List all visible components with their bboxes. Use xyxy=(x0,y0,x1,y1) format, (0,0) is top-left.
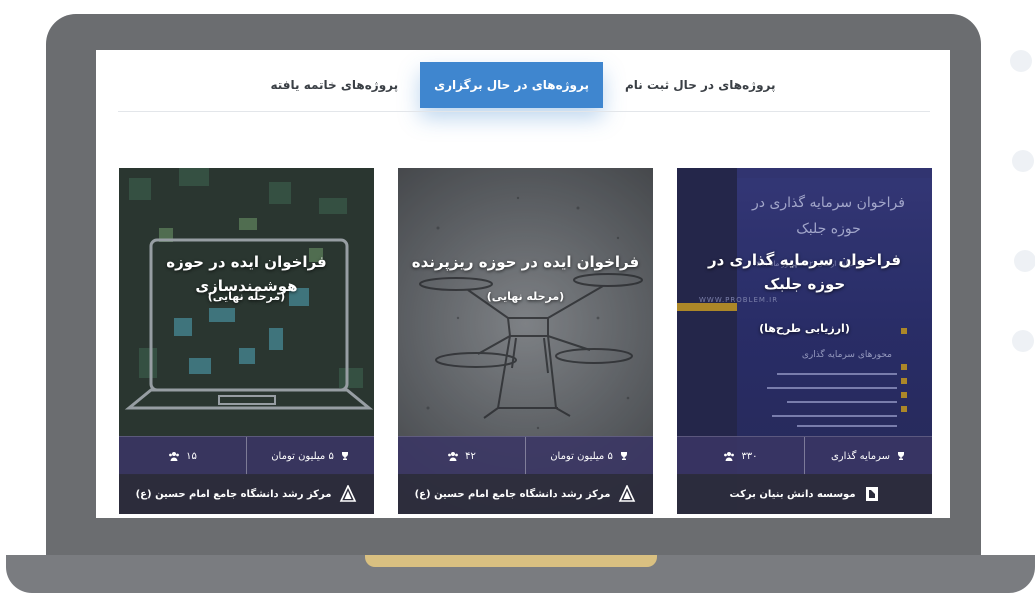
card-stats: ۵ میلیون تومان ۴۲ xyxy=(398,436,653,475)
project-card[interactable]: فراخوان ایده در حوزه هوشمندسازی (مرحله ن… xyxy=(119,168,374,514)
trophy-icon xyxy=(619,451,629,461)
prize-value: ۵ میلیون تومان xyxy=(550,450,613,462)
prize-value: سرمایه گذاری xyxy=(830,450,891,462)
card-organization[interactable]: مرکز رشد دانشگاه جامع امام حسین (ع) xyxy=(398,474,653,514)
background-dot xyxy=(1012,330,1034,352)
members-count: ۳۳۰ xyxy=(741,450,758,462)
organization-logo xyxy=(864,486,880,502)
members-count: ۴۲ xyxy=(465,450,476,462)
organization-logo xyxy=(618,485,636,503)
project-tabs: پروژه‌های در حال ثبت نام پروژه‌های در حا… xyxy=(96,62,950,112)
organization-logo xyxy=(339,485,357,503)
organization-name: موسسه دانش بنیان برکت xyxy=(729,488,856,500)
card-subtitle: (مرحله نهایی) xyxy=(486,290,565,303)
laptop-hinge xyxy=(365,555,657,567)
members-stat: ۱۵ xyxy=(119,437,247,475)
organization-name: مرکز رشد دانشگاه جامع امام حسین (ع) xyxy=(414,488,611,500)
project-card[interactable]: فراخوان ایده در حوزه ریزپرنده (مرحله نها… xyxy=(398,168,653,514)
users-icon xyxy=(168,451,180,461)
card-organization[interactable]: مرکز رشد دانشگاه جامع امام حسین (ع) xyxy=(119,474,374,514)
laptop-screen: پروژه‌های در حال ثبت نام پروژه‌های در حا… xyxy=(96,50,950,518)
card-subtitle: (ارزیابی طرح‌ها) xyxy=(759,322,850,335)
tab-ongoing[interactable]: پروژه‌های در حال برگزاری xyxy=(420,62,603,108)
members-stat: ۳۳۰ xyxy=(677,437,805,475)
prize-stat: ۵ میلیون تومان xyxy=(526,437,653,475)
card-stats: ۵ میلیون تومان ۱۵ xyxy=(119,436,374,475)
prize-stat: ۵ میلیون تومان xyxy=(247,437,374,475)
trophy-icon xyxy=(896,451,906,461)
users-icon xyxy=(723,451,735,461)
card-stats: سرمایه گذاری ۳۳۰ xyxy=(677,436,932,475)
background-dot xyxy=(1010,50,1032,72)
prize-stat: سرمایه گذاری xyxy=(805,437,932,475)
background-dot xyxy=(1014,250,1035,272)
card-subtitle: (مرحله نهایی) xyxy=(207,290,286,303)
trophy-icon xyxy=(340,451,350,461)
members-count: ۱۵ xyxy=(186,450,197,462)
background-dot xyxy=(1012,150,1034,172)
project-card[interactable]: فراخوان سرمایه گذاری در حوزه جلبک مهلت ا… xyxy=(677,168,932,514)
tab-finished[interactable]: پروژه‌های خاتمه یافته xyxy=(257,62,413,108)
card-title[interactable]: فراخوان ایده در حوزه ریزپرنده xyxy=(408,250,643,274)
tab-registering[interactable]: پروژه‌های در حال ثبت نام xyxy=(611,62,790,108)
card-title[interactable]: فراخوان سرمایه گذاری در حوزه جلبک xyxy=(687,248,922,296)
members-stat: ۴۲ xyxy=(398,437,526,475)
tabs-divider xyxy=(118,111,930,112)
users-icon xyxy=(447,451,459,461)
card-organization[interactable]: موسسه دانش بنیان برکت xyxy=(677,474,932,514)
prize-value: ۵ میلیون تومان xyxy=(271,450,334,462)
organization-name: مرکز رشد دانشگاه جامع امام حسین (ع) xyxy=(135,488,332,500)
